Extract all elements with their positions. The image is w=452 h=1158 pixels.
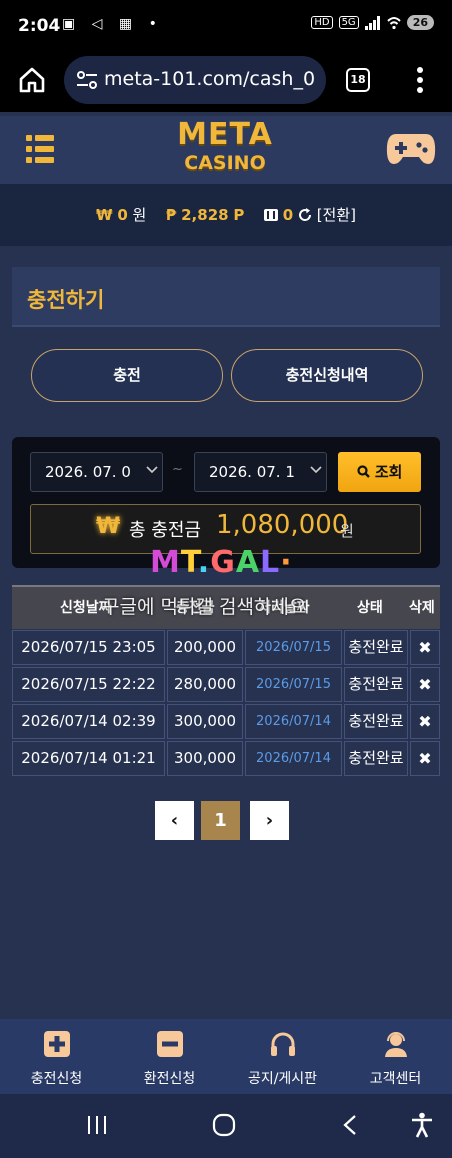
plus-box-icon xyxy=(43,1031,70,1057)
cell-status: 충전완료 xyxy=(344,741,408,776)
table-row: 2026/07/14 02:39 300,000 2026/07/14 충전완료… xyxy=(12,704,440,741)
total-charge-label: 총 충전금 xyxy=(129,520,201,541)
tab-charge-history[interactable]: 충전신청내역 xyxy=(231,349,423,402)
delete-icon[interactable]: ✖ xyxy=(410,741,440,776)
won-icon: ₩ xyxy=(95,206,113,224)
page-title: 충전하기 xyxy=(27,288,105,312)
date-range-separator: ~ xyxy=(172,462,183,477)
home-circle-icon[interactable] xyxy=(212,1113,236,1137)
delete-icon[interactable]: ✖ xyxy=(410,704,440,739)
nav-label: 충전신청 xyxy=(30,1071,83,1087)
cell-processed-date: 2026/07/14 xyxy=(245,741,342,776)
minus-box-icon xyxy=(156,1031,183,1057)
table-row: 2026/07/14 01:21 300,000 2026/07/14 충전완료… xyxy=(12,741,440,778)
total-charge-amount: 1,080,000 xyxy=(216,510,349,540)
hamburger-menu-icon[interactable] xyxy=(26,134,54,164)
chevron-down-icon xyxy=(146,466,158,474)
table-row: 2026/07/15 23:05 200,000 2026/07/15 충전완료… xyxy=(12,630,440,667)
delete-icon[interactable]: ✖ xyxy=(410,667,440,702)
won-icon: ₩ xyxy=(96,514,121,539)
nav-customer-center[interactable]: 고객센터 xyxy=(339,1030,452,1088)
search-button-label: 조회 xyxy=(374,463,403,481)
point-balance: 2,828 xyxy=(181,206,229,224)
search-button[interactable]: 조회 xyxy=(338,452,421,492)
point-unit: P xyxy=(233,206,245,224)
cell-amount: 280,000 xyxy=(167,667,243,702)
total-charge-unit: 원 xyxy=(340,522,354,540)
nav-label: 공지/게시판 xyxy=(247,1071,318,1087)
cell-request-date: 2026/07/14 01:21 xyxy=(12,741,165,776)
gamepad-icon[interactable] xyxy=(386,130,436,168)
cell-request-date: 2026/07/15 23:05 xyxy=(12,630,165,665)
cell-processed-date: 2026/07/15 xyxy=(245,630,342,665)
nav-charge-request[interactable]: 충전신청 xyxy=(0,1030,113,1088)
tab-switcher-icon[interactable]: 18 xyxy=(346,68,370,92)
site-logo[interactable]: META CASINO xyxy=(150,119,300,181)
support-agent-icon xyxy=(384,1032,407,1057)
browser-menu-icon[interactable] xyxy=(416,66,424,94)
accessibility-icon[interactable] xyxy=(410,1112,434,1138)
hd-badge: HD xyxy=(311,16,333,29)
nav-label: 고객센터 xyxy=(369,1071,422,1087)
won-unit: 원 xyxy=(132,206,147,224)
point-icon: ₱ xyxy=(165,206,177,224)
nav-label: 환전신청 xyxy=(143,1071,196,1087)
th-status: 상태 xyxy=(357,600,383,616)
browser-home-icon[interactable] xyxy=(18,66,46,94)
cell-request-date: 2026/07/14 02:39 xyxy=(12,704,165,739)
nav-notice-board[interactable]: 공지/게시판 xyxy=(226,1030,339,1088)
delete-icon[interactable]: ✖ xyxy=(410,630,440,665)
cell-status: 충전완료 xyxy=(344,667,408,702)
tab-charge[interactable]: 충전 xyxy=(31,349,223,402)
chevron-down-icon xyxy=(310,466,322,474)
network-badge: 5G xyxy=(338,16,359,29)
status-time: 2:04 xyxy=(18,16,61,36)
cell-processed-date: 2026/07/15 xyxy=(245,667,342,702)
logo-line-2: CASINO xyxy=(184,152,266,174)
cell-status: 충전완료 xyxy=(344,704,408,739)
balance-row: ₩ 0 원 ₱ 2,828 P 0 [전환] xyxy=(0,204,452,225)
pagination-prev-button[interactable]: ‹ xyxy=(155,801,194,840)
date-from-select[interactable]: 2026. 07. 0 xyxy=(30,452,163,492)
system-icons: HD 5G 26 xyxy=(311,15,434,30)
cell-amount: 300,000 xyxy=(167,704,243,739)
site-settings-icon[interactable] xyxy=(76,70,98,90)
cell-amount: 300,000 xyxy=(167,741,243,776)
back-icon[interactable] xyxy=(342,1114,358,1136)
convert-button[interactable]: [전환] xyxy=(317,206,356,224)
notification-icons: ▣ ◁ ▦ • xyxy=(62,16,163,32)
search-icon xyxy=(356,465,370,478)
chip-balance: 0 xyxy=(282,206,294,224)
battery-indicator: 26 xyxy=(406,15,434,30)
pagination-next-button[interactable]: › xyxy=(250,801,289,840)
url-text[interactable]: meta-101.com/cash_0 xyxy=(104,68,320,90)
logo-line-1: META xyxy=(177,117,273,152)
refresh-icon[interactable] xyxy=(298,208,312,222)
cell-processed-date: 2026/07/14 xyxy=(245,704,342,739)
headphones-icon xyxy=(270,1032,295,1056)
th-delete: 삭제 xyxy=(409,600,435,616)
watermark-logo: MT.GAL· xyxy=(150,545,293,580)
nav-exchange-request[interactable]: 환전신청 xyxy=(113,1030,226,1088)
pagination-page-1[interactable]: 1 xyxy=(201,801,240,840)
app-root: 2:04 ▣ ◁ ▦ • HD 5G 26 meta-101.com/cash_… xyxy=(0,0,452,1158)
cell-request-date: 2026/07/15 22:22 xyxy=(12,667,165,702)
cell-status: 충전완료 xyxy=(344,630,408,665)
cell-amount: 200,000 xyxy=(167,630,243,665)
date-to-select[interactable]: 2026. 07. 1 xyxy=(194,452,327,492)
chip-icon xyxy=(263,209,278,221)
signal-icon xyxy=(364,15,380,30)
won-balance: 0 xyxy=(117,206,128,224)
wifi-off-icon xyxy=(386,16,401,29)
recents-icon[interactable] xyxy=(86,1115,108,1135)
watermark-text: 구글에 먹튀갤 검색하세요 xyxy=(102,596,307,618)
table-row: 2026/07/15 22:22 280,000 2026/07/15 충전완료… xyxy=(12,667,440,704)
